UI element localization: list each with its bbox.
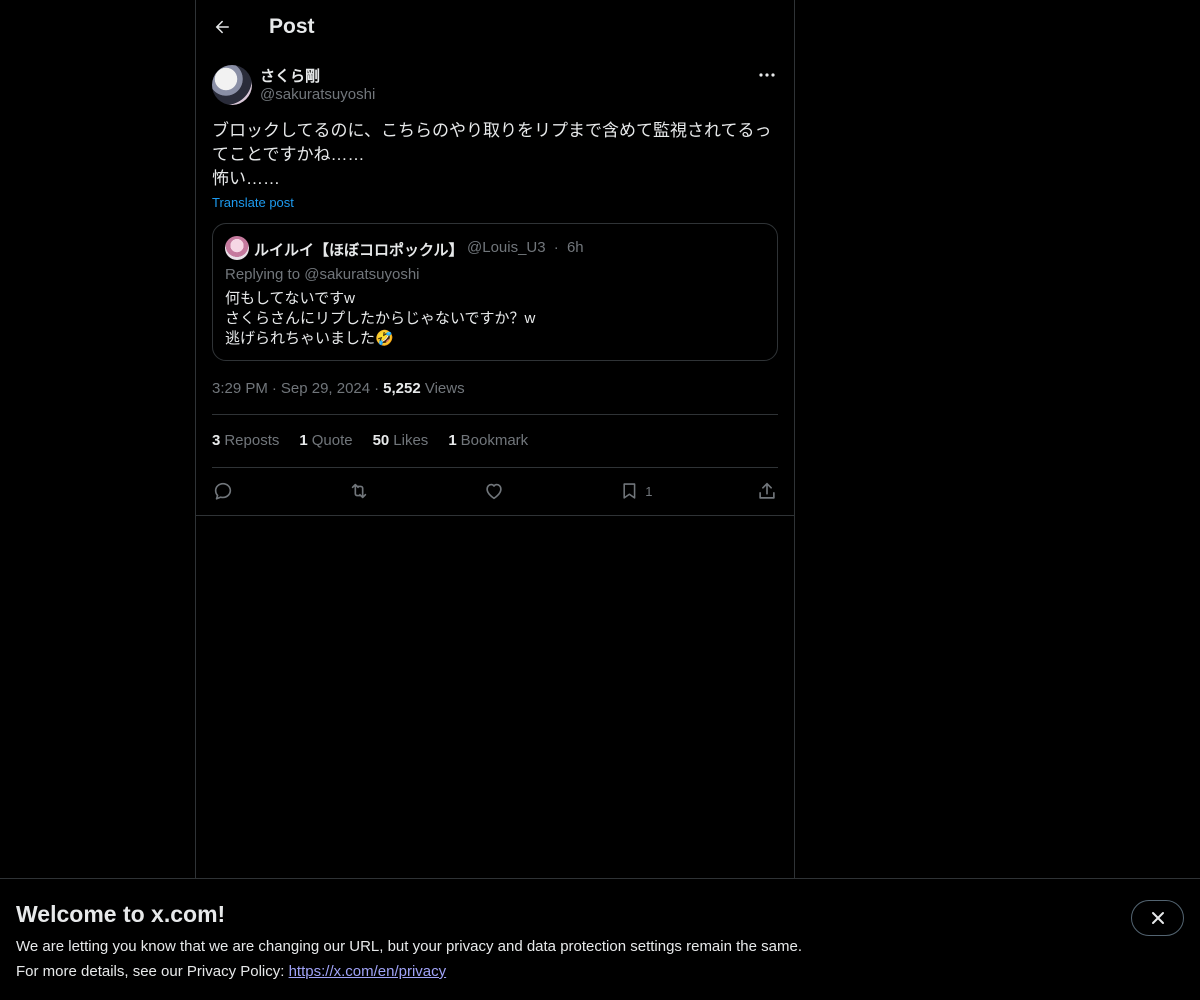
stat-count: 50 <box>372 432 390 449</box>
close-icon <box>1151 912 1164 924</box>
quote-age: 6h <box>566 239 584 256</box>
quote-meta: @Louis_U3 · 6h <box>467 239 588 256</box>
stat-count: 3 <box>212 432 221 449</box>
share-icon <box>759 482 775 499</box>
author-handle[interactable]: @sakuratsuyoshi <box>260 86 375 103</box>
avatar[interactable] <box>212 65 252 105</box>
privacy-policy-link[interactable]: https://x.com/en/privacy <box>289 963 447 980</box>
divider <box>212 414 778 415</box>
more-icon <box>759 73 775 77</box>
stat-label: Reposts <box>224 432 280 449</box>
views-count: 5,252 <box>383 380 421 397</box>
close-banner-button[interactable] <box>1131 900 1184 936</box>
reply-button[interactable] <box>212 480 244 502</box>
share-button[interactable] <box>756 480 778 502</box>
primary-column: Post さくら剛 @sakuratsuyoshi ブロックしてるのに、こちらの… <box>195 0 795 878</box>
quote-text: 何もしてないですw さくらさんにリプしたからじゃないですか？w 逃げられちゃいま… <box>225 290 536 347</box>
quote-replying-to: Replying to @sakuratsuyoshi <box>225 266 420 283</box>
quote-avatar <box>225 236 249 260</box>
banner-message: We are letting you know that we are chan… <box>16 938 802 955</box>
more-options-button[interactable] <box>756 67 778 83</box>
quote-author-handle: @Louis_U3 <box>467 239 546 256</box>
post-text: ブロックしてるのに、こちらのやり取りをリプまで含めて監視されてるってことですかね… <box>212 121 772 188</box>
repost-icon <box>351 483 366 499</box>
quoted-post[interactable]: ルイルイ【ほぼコロポックル】 @Louis_U3 · 6h Replying t… <box>212 223 778 361</box>
heart-icon <box>486 483 502 500</box>
stat-label: Quote <box>311 432 353 449</box>
bookmark-icon <box>622 483 635 499</box>
post-meta: 3:29 PM · Sep 29, 2024 · 5,252 Views <box>212 380 465 397</box>
back-button[interactable] <box>212 17 232 37</box>
separator-dot: · <box>271 380 277 397</box>
stat-bookmarks[interactable]: 1 Bookmark <box>448 432 528 449</box>
repost-button[interactable] <box>348 480 380 502</box>
bookmark-count: 1 <box>645 483 653 499</box>
banner-title: Welcome to x.com! <box>16 901 226 927</box>
stat-count: 1 <box>299 432 308 449</box>
arrow-left-icon <box>215 20 229 34</box>
divider <box>196 515 794 516</box>
banner-details: For more details, see our Privacy Policy… <box>16 963 446 980</box>
stat-label: Likes <box>393 432 429 449</box>
stat-likes[interactable]: 50 Likes <box>373 432 429 449</box>
banner-details-text: For more details, see our Privacy Policy… <box>16 963 289 980</box>
author-name[interactable]: さくら剛 <box>260 65 320 86</box>
top-bar: Post <box>196 0 794 54</box>
like-button[interactable] <box>483 480 515 502</box>
post-stats: 3 Reposts 1 Quote 50 Likes 1 Bookmark <box>212 432 528 449</box>
stat-count: 1 <box>448 432 457 449</box>
bookmark-button[interactable]: 1 <box>619 480 653 502</box>
views-label: Views <box>424 380 465 397</box>
stat-label: Bookmark <box>460 432 529 449</box>
reply-icon <box>214 482 232 500</box>
quote-author-name: ルイルイ【ほぼコロポックル】 <box>254 242 464 259</box>
action-bar: 1 <box>212 478 778 504</box>
post-time[interactable]: 3:29 PM <box>212 380 268 397</box>
separator-dot: · <box>553 239 559 256</box>
post-author: さくら剛 @sakuratsuyoshi <box>212 65 778 107</box>
page-title: Post <box>269 15 315 38</box>
post-date[interactable]: Sep 29, 2024 <box>281 380 370 397</box>
translate-post-link[interactable]: Translate post <box>212 195 294 210</box>
divider <box>212 467 778 468</box>
stat-quotes[interactable]: 1 Quote <box>299 432 352 449</box>
welcome-banner: Welcome to x.com! We are letting you kno… <box>0 878 1200 1000</box>
stat-reposts[interactable]: 3 Reposts <box>212 432 279 449</box>
separator-dot: · <box>374 380 380 397</box>
